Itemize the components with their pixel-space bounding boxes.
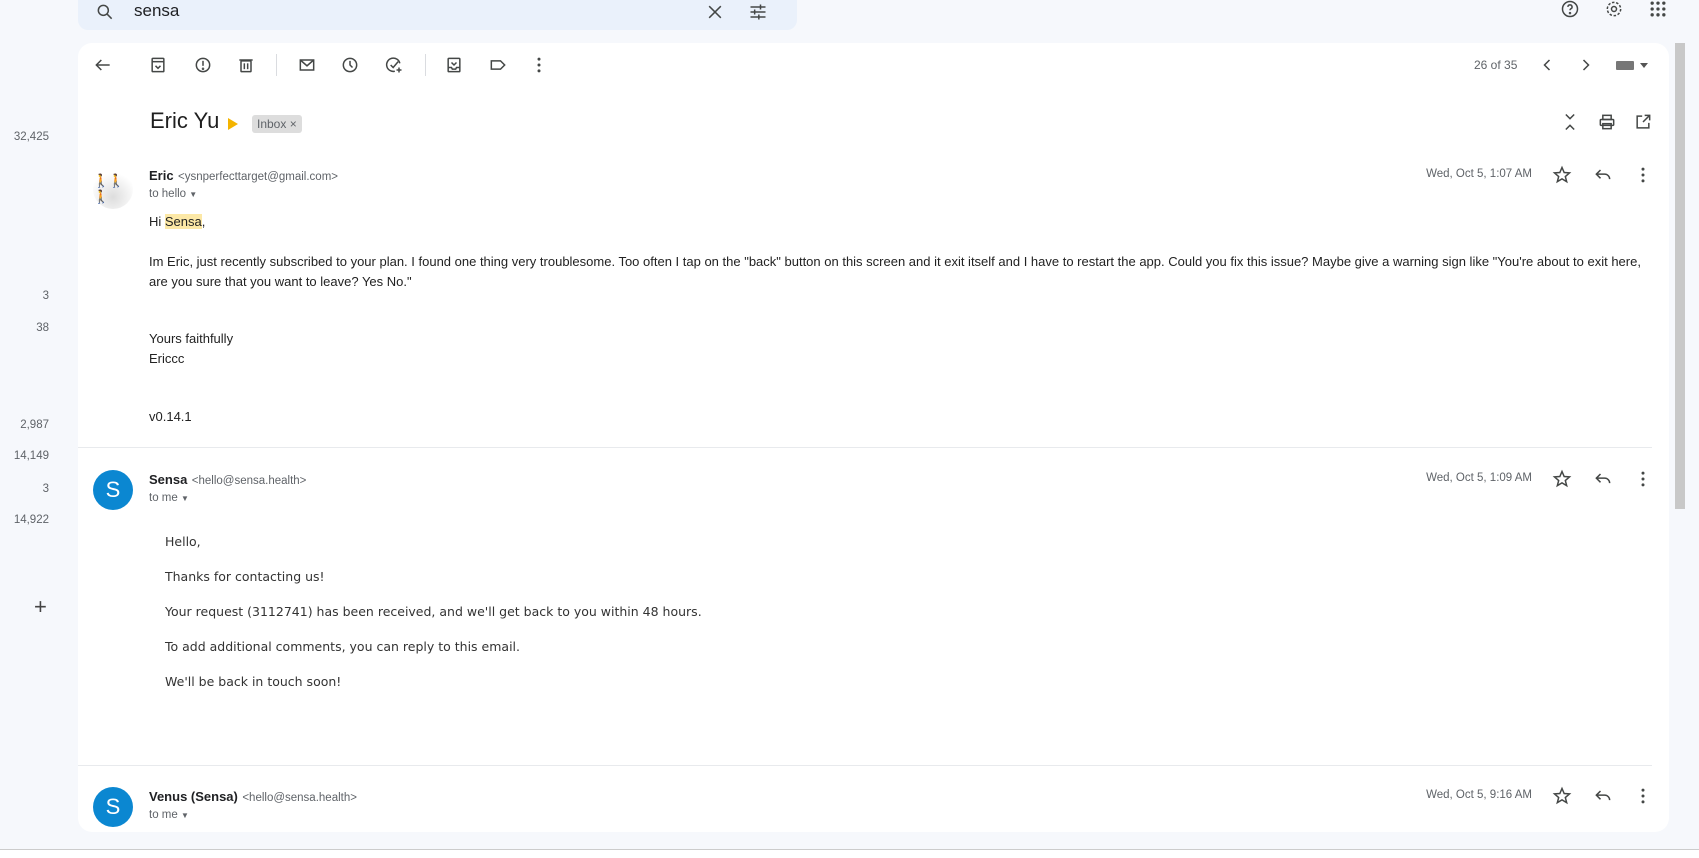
message-date: Wed, Oct 5, 9:16 AM [1426, 789, 1532, 801]
message-date: Wed, Oct 5, 1:07 AM [1426, 168, 1532, 180]
message-divider [78, 447, 1652, 448]
input-tools-dropdown-icon[interactable] [1640, 63, 1648, 68]
message-line: Thanks for contacting us! [165, 569, 325, 584]
label-count: 3 [42, 483, 49, 495]
sender-name: Venus (Sensa) [149, 789, 238, 804]
toolbar-divider [425, 54, 426, 76]
search-options-icon[interactable] [746, 0, 770, 24]
label-count: 32,425 [13, 131, 49, 143]
sender-name: Eric [149, 168, 174, 183]
message-line: Hello, [165, 534, 201, 549]
label-name: Inbox [257, 117, 287, 131]
recipients-label: to me [149, 809, 178, 821]
bottom-bar [0, 849, 1699, 858]
importance-marker-icon[interactable] [228, 118, 238, 130]
star-icon[interactable] [1552, 786, 1572, 806]
message-paragraph-line: Im Eric, just recently subscribed to you… [149, 254, 1641, 269]
star-icon[interactable] [1552, 165, 1572, 185]
app-version: v0.14.1 [149, 409, 192, 424]
apps-grid-icon[interactable] [1646, 0, 1670, 21]
thread-subject: Eric Yu [150, 108, 220, 133]
label-count: 3 [42, 290, 49, 302]
message-paragraph-line: are you sure that you want to leave? Yes… [149, 274, 412, 289]
sender-email: <ysnperfecttarget@gmail.com> [178, 171, 338, 183]
greeting-text: Hi [149, 214, 165, 229]
clear-search-icon[interactable] [703, 0, 727, 24]
message-line: Your request (3112741) has been received… [165, 604, 702, 619]
label-count: 2,987 [20, 419, 49, 431]
scrollbar[interactable] [1675, 43, 1685, 509]
search-highlight: Sensa [164, 214, 202, 229]
label-count: 14,922 [13, 514, 49, 526]
add-task-icon[interactable] [384, 55, 404, 75]
collapse-all-icon[interactable] [1560, 112, 1580, 132]
message-line: We'll be back in touch soon! [165, 674, 342, 689]
sender-avatar: S [93, 787, 133, 827]
open-new-window-icon[interactable] [1633, 112, 1653, 132]
sender-avatar-silhouettes: 🚶🚶🚶 [93, 169, 133, 209]
archive-icon[interactable] [148, 55, 168, 75]
label-count: 14,149 [13, 450, 49, 462]
message-sender: Eric <ysnperfecttarget@gmail.com> [149, 167, 338, 185]
message-signature: Ericcc [149, 351, 185, 366]
keyboard-icon[interactable] [1616, 61, 1634, 70]
report-spam-icon[interactable] [193, 55, 213, 75]
reply-icon[interactable] [1593, 469, 1613, 489]
recipients-label: to hello [149, 188, 187, 200]
message-more-icon[interactable] [1633, 786, 1653, 806]
settings-gear-icon[interactable] [1602, 0, 1626, 21]
label-tag-icon[interactable] [488, 55, 508, 75]
message-more-icon[interactable] [1633, 165, 1653, 185]
newer-chevron-left-icon[interactable] [1537, 55, 1557, 75]
email-thread-panel [78, 43, 1669, 832]
search-input[interactable]: sensa [134, 1, 179, 21]
more-vertical-icon[interactable] [529, 55, 549, 75]
message-more-icon[interactable] [1633, 469, 1653, 489]
recipients-label: to me [149, 492, 178, 504]
help-icon[interactable] [1558, 0, 1582, 21]
back-arrow-icon[interactable] [93, 55, 113, 75]
greeting-punct: , [201, 214, 206, 229]
print-icon[interactable] [1597, 112, 1617, 132]
sender-email: <hello@sensa.health> [191, 475, 307, 487]
add-label-button[interactable]: + [34, 594, 47, 620]
star-icon[interactable] [1552, 469, 1572, 489]
search-icon[interactable] [93, 0, 117, 24]
inbox-label-chip: Inbox × [252, 115, 302, 133]
message-sender: Sensa <hello@sensa.health> [149, 471, 306, 489]
message-signoff: Yours faithfully [149, 331, 234, 346]
reply-icon[interactable] [1593, 786, 1613, 806]
delete-trash-icon[interactable] [236, 55, 256, 75]
sender-email: <hello@sensa.health> [242, 792, 357, 804]
sender-name: Sensa [149, 472, 188, 487]
message-line: To add additional comments, you can repl… [165, 639, 520, 654]
recipients-dropdown[interactable]: to hello ▼ [149, 188, 197, 200]
pagination-count: 26 of 35 [1474, 58, 1518, 72]
toolbar-divider [276, 54, 277, 76]
recipients-dropdown[interactable]: to me ▼ [149, 492, 189, 504]
older-chevron-right-icon[interactable] [1576, 55, 1596, 75]
label-count: 38 [36, 322, 49, 334]
search-bar[interactable]: sensa [78, 0, 797, 30]
mark-unread-mail-icon[interactable] [297, 55, 317, 75]
remove-label-button[interactable]: × [290, 117, 297, 131]
reply-icon[interactable] [1593, 165, 1613, 185]
message-date: Wed, Oct 5, 1:09 AM [1426, 472, 1532, 484]
message-sender: Venus (Sensa) <hello@sensa.health> [149, 788, 357, 806]
snooze-clock-icon[interactable] [340, 55, 360, 75]
move-to-icon[interactable] [444, 55, 464, 75]
message-divider [78, 765, 1652, 766]
sender-avatar: S [93, 470, 133, 510]
message-greeting: Hi Sensa, [149, 212, 205, 232]
recipients-dropdown[interactable]: to me ▼ [149, 809, 189, 821]
